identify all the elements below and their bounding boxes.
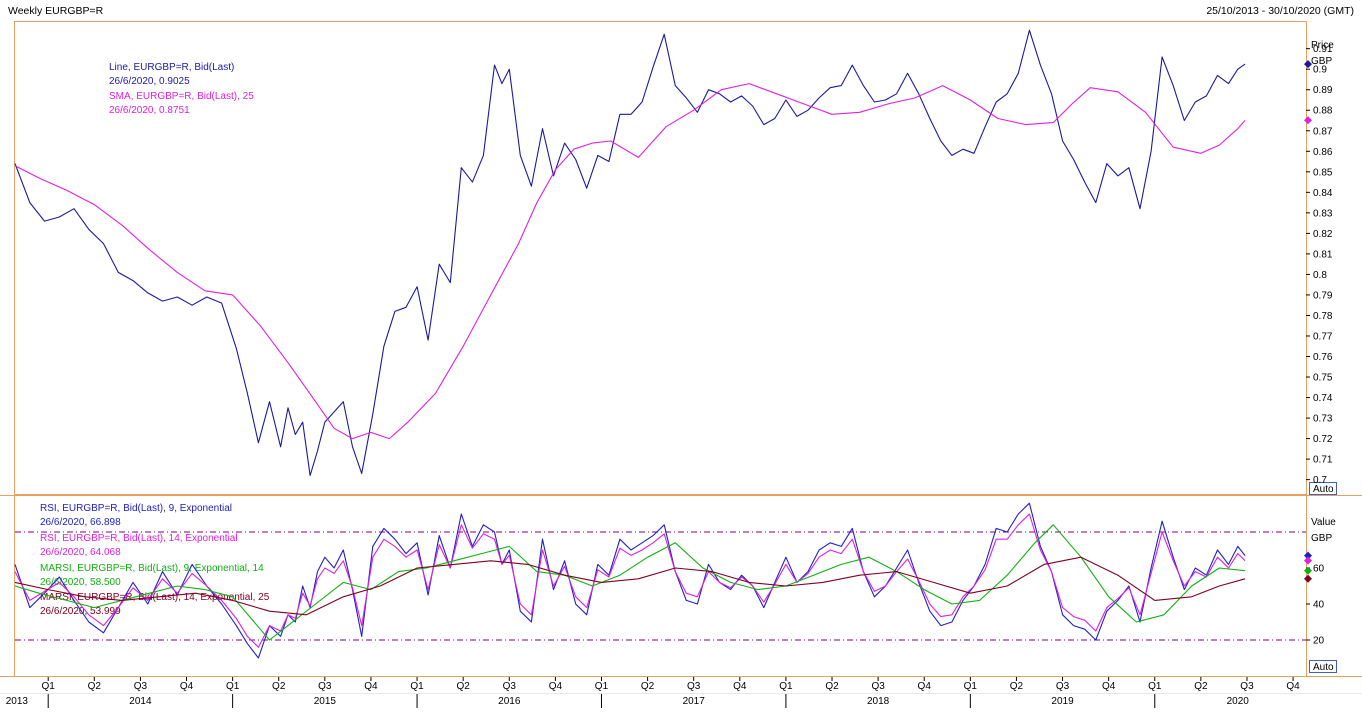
indicator-tick-label: 20: [1313, 636, 1325, 647]
quarter-label: Q1: [779, 681, 793, 692]
quarter-label: Q4: [1286, 681, 1300, 692]
price-tick-label: 0.8: [1313, 270, 1327, 281]
indicator-last-marker-2: [1304, 566, 1312, 575]
year-label: 2016: [498, 696, 521, 707]
legend-rsi14-value: 26/6/2020, 64.068: [40, 547, 121, 558]
legend-sma-value: 26/6/2020, 0.8751: [109, 105, 190, 116]
price-tick-label: 0.7: [1313, 475, 1327, 486]
price-tick-label: 0.85: [1313, 167, 1333, 178]
quarter-label: Q2: [456, 681, 470, 692]
price-tick-label: 0.82: [1313, 229, 1333, 240]
legend-marsi9-name: MARSI, EURGBP=R, Bid(Last), 9, Exponenti…: [40, 563, 264, 574]
price-tick-label: 0.86: [1313, 147, 1333, 158]
year-label: 2015: [314, 696, 337, 707]
quarter-label: Q3: [503, 681, 517, 692]
price-last-marker-1: [1304, 116, 1312, 125]
price-tick-label: 0.83: [1313, 208, 1333, 219]
price-tick-label: 0.77: [1313, 331, 1333, 342]
year-label: 2018: [867, 696, 890, 707]
quarter-label: Q4: [549, 681, 563, 692]
price-tick-label: 0.81: [1313, 249, 1333, 260]
quarter-label: Q3: [687, 681, 701, 692]
price-tick-label: 0.88: [1313, 106, 1333, 117]
quarter-label: Q1: [964, 681, 978, 692]
indicator-auto-button[interactable]: Auto: [1309, 660, 1337, 674]
quarter-label: Q2: [88, 681, 102, 692]
legend-line-value: 26/6/2020, 0.9025: [109, 76, 190, 87]
quarter-label: Q4: [918, 681, 932, 692]
indicator-series-0: [14, 502, 1246, 659]
quarter-label: Q2: [825, 681, 839, 692]
indicator-panel-frame: [14, 495, 1307, 677]
indicator-tick-label: 40: [1313, 600, 1325, 611]
indicator-tick-label: 60: [1313, 564, 1325, 575]
indicator-auto-label: Auto: [1313, 662, 1334, 673]
price-tick-label: 0.79: [1313, 290, 1333, 301]
indicator-reference-lines: [15, 531, 1306, 641]
price-tick-label: 0.91: [1313, 44, 1333, 55]
quarter-label: Q1: [226, 681, 240, 692]
price-tick-label: 0.75: [1313, 373, 1333, 384]
chart-canvas: Weekly EURGBP=R 25/10/2013 - 30/10/2020 …: [0, 5, 1362, 708]
price-tick-label: 0.73: [1313, 414, 1333, 425]
quarter-label: Q2: [272, 681, 286, 692]
price-legend: Line, EURGBP=R, Bid(Last) 26/6/2020, 0.9…: [109, 62, 254, 116]
quarter-label: Q1: [410, 681, 424, 692]
legend-rsi9-name: RSI, EURGBP=R, Bid(Last), 9, Exponential: [40, 503, 232, 514]
chart-window: Weekly EURGBP=R 25/10/2013 - 30/10/2020 …: [0, 0, 1362, 710]
quarter-label: Q3: [134, 681, 148, 692]
quarter-label: Q3: [318, 681, 332, 692]
quarter-label: Q1: [595, 681, 609, 692]
legend-line-name: Line, EURGBP=R, Bid(Last): [109, 62, 234, 73]
price-tick-label: 0.76: [1313, 352, 1333, 363]
last-value-markers: [1304, 60, 1312, 583]
quarter-label: Q4: [364, 681, 378, 692]
quarter-label: Q1: [42, 681, 56, 692]
quarter-label: Q4: [180, 681, 194, 692]
price-tick-label: 0.78: [1313, 311, 1333, 322]
price-tick-label: 0.74: [1313, 393, 1333, 404]
price-series-1: [14, 83, 1246, 440]
quarter-label: Q4: [733, 681, 747, 692]
indicator-series-group: [14, 502, 1246, 659]
chart-title: Weekly EURGBP=R: [8, 5, 104, 17]
indicator-last-marker-1: [1304, 556, 1312, 565]
legend-rsi14-name: RSI, EURGBP=R, Bid(Last), 14, Exponentia…: [40, 533, 238, 544]
year-label: 2014: [129, 696, 152, 707]
quarter-label: Q4: [1102, 681, 1116, 692]
quarter-label: Q1: [1148, 681, 1162, 692]
date-range: 25/10/2013 - 30/10/2020 (GMT): [1206, 5, 1354, 17]
legend-sma-name: SMA, EURGBP=R, Bid(Last), 25: [109, 91, 254, 102]
year-label: 2017: [683, 696, 706, 707]
quarter-label: Q2: [641, 681, 655, 692]
price-tick-label: 0.89: [1313, 85, 1333, 96]
quarter-label: Q3: [1056, 681, 1070, 692]
year-label: 2020: [1227, 696, 1250, 707]
price-tick-label: 0.84: [1313, 188, 1333, 199]
year-label: 2013: [6, 696, 29, 707]
indicator-axis-title: Value: [1311, 517, 1336, 528]
indicator-last-marker-3: [1304, 574, 1312, 583]
price-tick-label: 0.71: [1313, 455, 1333, 466]
price-tick-label: 0.72: [1313, 434, 1333, 445]
time-axis: Q1 Q2 Q3 Q4 Q1 Q2 Q3 Q4 Q1 Q2 Q3 Q4 Q1 Q2 Q3 Q4 Q1 Q2 Q3 Q4…: [6, 677, 1300, 708]
year-label: 2019: [1051, 696, 1074, 707]
legend-rsi9-value: 26/6/2020, 66.898: [40, 517, 121, 528]
quarter-label: Q3: [871, 681, 885, 692]
legend-marsi14-value: 26/6/2020, 53.999: [40, 606, 121, 617]
quarter-label: Q2: [1194, 681, 1208, 692]
price-tick-label: 0.87: [1313, 126, 1333, 137]
indicator-axis-unit: GBP: [1311, 533, 1332, 544]
price-tick-label: 0.9: [1313, 65, 1327, 76]
quarter-label: Q3: [1240, 681, 1254, 692]
price-axis-ticks: 0.7 0.71 0.72 0.73 0.74 0.75 0.76 0.77 0.78 0.79 0…: [1306, 44, 1333, 486]
quarter-label: Q2: [1010, 681, 1024, 692]
